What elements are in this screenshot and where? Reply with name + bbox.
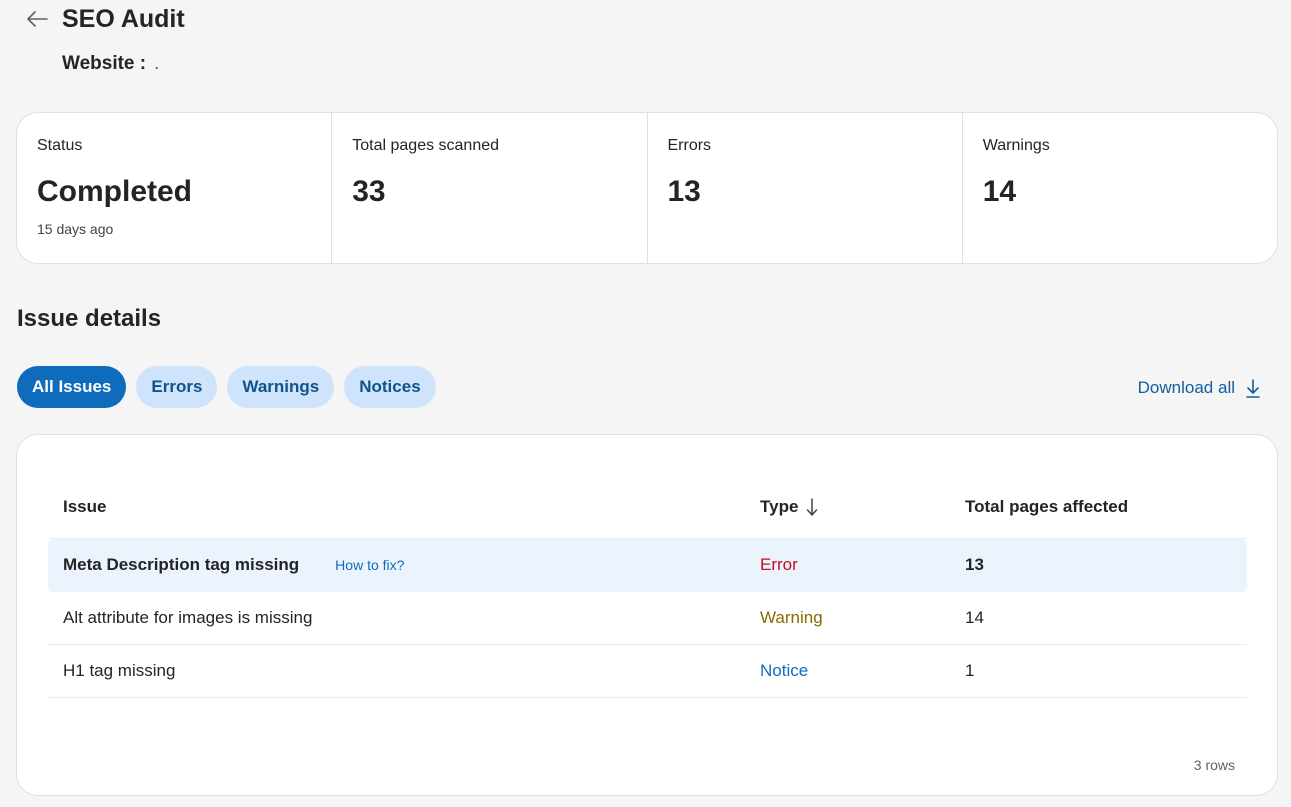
table-row[interactable]: H1 tag missing Notice 1 [48, 645, 1247, 698]
issue-name: Meta Description tag missing [63, 555, 300, 574]
website-row: Website : . [62, 53, 159, 75]
table-row[interactable]: Meta Description tag missing How to fix?… [48, 539, 1247, 592]
arrow-left-icon [27, 11, 48, 27]
stat-sub: 15 days ago [37, 221, 114, 237]
issue-name: H1 tag missing [63, 661, 176, 680]
stat-value: Completed [37, 175, 193, 208]
column-header-type-label: Type [760, 496, 799, 516]
issue-filter-tabs: All Issues Errors Warnings Notices [17, 366, 436, 408]
back-button[interactable] [24, 4, 50, 34]
website-value: . [154, 53, 160, 74]
download-all-label: Download all [1137, 378, 1235, 397]
row-count: 3 rows [1193, 757, 1235, 773]
filter-all-issues[interactable]: All Issues [17, 366, 127, 408]
issue-name: Alt attribute for images is missing [63, 608, 313, 627]
issue-cell: H1 tag missing [48, 661, 760, 681]
issue-details-title: Issue details [17, 305, 162, 332]
column-header-type[interactable]: Type [760, 497, 965, 517]
stats-card: Status Completed 15 days ago Total pages… [16, 112, 1278, 264]
issues-table: Issue Type Total pages affected Meta Des… [48, 475, 1247, 698]
arrow-down-icon [807, 497, 818, 516]
download-all-button[interactable]: Download all [1138, 378, 1261, 398]
issue-total: 13 [965, 555, 984, 574]
stat-status: Status Completed 15 days ago [17, 113, 333, 263]
stat-warnings: Warnings 14 [963, 113, 1277, 263]
filter-warnings[interactable]: Warnings [227, 366, 335, 408]
page-header: SEO Audit [24, 4, 185, 34]
issue-cell: Alt attribute for images is missing [48, 608, 760, 628]
issue-total: 1 [965, 661, 975, 680]
stat-label: Warnings [982, 137, 1050, 154]
issue-type: Error [760, 555, 798, 574]
page-title: SEO Audit [62, 4, 185, 33]
column-header-total[interactable]: Total pages affected [965, 497, 1247, 517]
website-label: Website : [62, 53, 147, 74]
issue-type: Notice [760, 661, 809, 680]
table-header-row: Issue Type Total pages affected [48, 475, 1247, 539]
download-icon [1246, 379, 1260, 398]
issue-total: 14 [965, 608, 984, 627]
filter-errors[interactable]: Errors [136, 366, 218, 408]
stat-value: 13 [667, 175, 701, 208]
issue-cell: Meta Description tag missing How to fix? [48, 555, 760, 575]
stat-label: Status [37, 137, 83, 154]
filter-notices[interactable]: Notices [344, 366, 436, 408]
stat-value: 14 [982, 175, 1017, 208]
stat-errors: Errors 13 [648, 113, 963, 263]
column-header-issue[interactable]: Issue [48, 497, 760, 517]
stat-label: Total pages scanned [352, 137, 500, 154]
issues-table-card: Issue Type Total pages affected Meta Des… [16, 434, 1278, 796]
issue-type: Warning [760, 608, 823, 627]
stat-total-pages: Total pages scanned 33 [332, 113, 648, 263]
stat-label: Errors [667, 137, 712, 154]
how-to-fix-link[interactable]: How to fix? [335, 557, 404, 573]
stat-value: 33 [352, 175, 386, 208]
table-row[interactable]: Alt attribute for images is missing Warn… [48, 592, 1247, 645]
